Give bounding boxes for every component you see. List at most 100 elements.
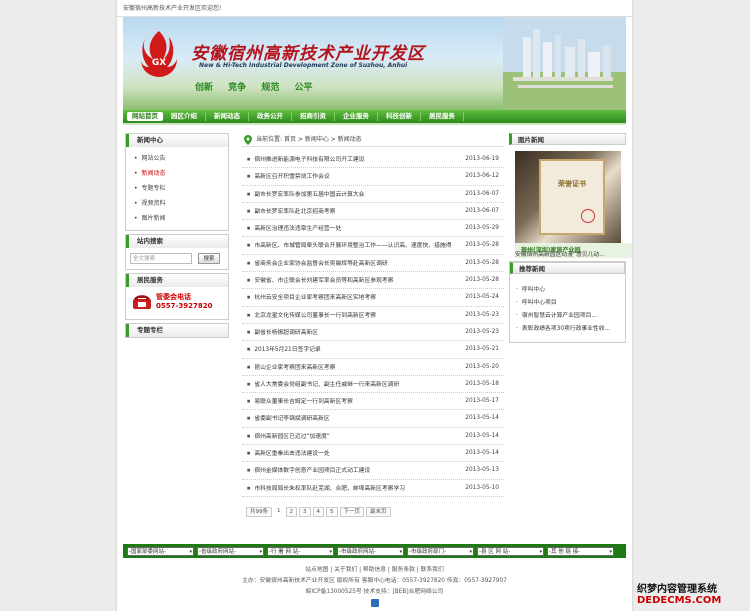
nav-item-gov-affairs[interactable]: 政务公开 — [249, 112, 292, 121]
recommend-news-box: 推荐新闻 呼叫中心 呼叫中心项目 宿州智慧云计算产业园项目... 表彰政绩各项3… — [509, 261, 626, 343]
nav-item-enterprise[interactable]: 企业服务 — [335, 112, 378, 121]
link-select-county[interactable]: -县 区 网 站- — [477, 546, 544, 556]
news-row: 省人大常委会党组副书记、副主任戚继一行来高新区调研 2013-05-18 — [242, 376, 504, 394]
news-row: 市科技局局长朱权率队赴芜湖、合肥、蚌埠高新区考察学习 2013-05-10 — [242, 480, 504, 497]
news-title-link[interactable]: 2013年5月21日签字记录 — [247, 341, 452, 357]
footer: 站点地图 | 关于我们 | 帮助信息 | 服务条款 | 联系我们 主办：安徽宿州… — [123, 565, 626, 609]
pager-last[interactable]: 最末页 — [366, 506, 391, 517]
news-title-link[interactable]: 省委副书记李锦斌调研高新区 — [247, 410, 452, 426]
link-select-municipal-depts[interactable]: -市级政府部门- — [407, 546, 474, 556]
news-date: 2013-06-07 — [465, 207, 499, 214]
zone-title-cn: 安徽宿州高新技术产业开发区 — [191, 44, 425, 64]
news-row: 高新区治理违法违章生产经营一处 2013-05-29 — [242, 220, 504, 238]
news-title-link[interactable]: 安徽省、市企联会长刘建军率会员等和高新区参观考察 — [247, 272, 452, 288]
photo-news-image[interactable]: 荣誉证书 — [515, 151, 621, 243]
nav-item-innovation[interactable]: 科技创新 — [378, 112, 421, 121]
recommend-item[interactable]: 宿州智慧云计算产业园项目... — [516, 310, 621, 323]
news-row: 省商务会企业家协会监督会长吴晨辉等赴高新区调研 2013-05-28 — [242, 255, 504, 273]
news-title-link[interactable]: 市高新区、市城管局牵头联合开展环境整治工作——认识高、速度快、措施得力 — [247, 237, 452, 253]
link-select-provincial[interactable]: -省级政府网站- — [197, 546, 264, 556]
news-date: 2013-05-20 — [465, 363, 499, 370]
slogan-word: 公平 — [294, 83, 313, 93]
pager-total: 共99条 — [246, 506, 272, 517]
sidebar-item-news[interactable]: 新闻动态 — [134, 166, 222, 181]
link-select-municipal[interactable]: -市级政府网站- — [337, 546, 404, 556]
news-title-link[interactable]: 易联众董事长吉姆定一行到高新区考察 — [247, 393, 452, 409]
special-column-box: 专题专栏 — [125, 323, 229, 338]
news-title-link[interactable]: 宿州金媒体数字创意产业园项目正式动工建设 — [247, 462, 452, 478]
news-title-link[interactable]: 高新区重拳出击违法建设一处 — [247, 445, 452, 461]
news-title-link[interactable]: 省商务会企业家协会监督会长吴晨辉等赴高新区调研 — [247, 255, 452, 271]
location-pin-icon — [244, 135, 252, 145]
sidebar-item-announcement[interactable]: 网站公告 — [134, 151, 222, 166]
footer-links[interactable]: 站点地图 | 关于我们 | 帮助信息 | 服务条款 | 联系我们 — [123, 565, 626, 576]
left-sidebar: 新闻中心 网站公告 新闻动态 专题专栏 视频资料 图片新闻 站内搜索 全文搜索 … — [125, 133, 229, 341]
breadcrumb-news-center[interactable]: 新闻中心 — [305, 136, 329, 143]
news-row: 高新区重拳出击违法建设一处 2013-05-14 — [242, 445, 504, 463]
city-aerial-image — [503, 17, 626, 110]
link-select-other[interactable]: -其 他 链 接- — [547, 546, 614, 556]
news-row: 2013年5月21日签字记录 2013-05-21 — [242, 341, 504, 359]
right-sidebar: 图片新闻 荣誉证书 安徽宿州高新园区动漫“慧贝儿动... 推荐新闻 呼叫中心 呼… — [509, 133, 626, 343]
news-title-link[interactable]: 副市长罗宏率队参加第五届中国云计算大会 — [247, 186, 452, 202]
sidebar-item-photo[interactable]: 图片新闻 — [134, 211, 222, 226]
news-date: 2013-06-19 — [465, 156, 499, 162]
watermark: 织梦内容管理系统 DEDECMS.COM — [637, 580, 750, 606]
breadcrumb-current[interactable]: 新闻动态 — [338, 136, 362, 143]
recommend-item[interactable]: 呼叫中心项目 — [516, 297, 621, 310]
recommend-item[interactable]: 呼叫中心 — [516, 284, 621, 297]
news-list: 宿州推进新能源电子科技有限公司开工建设 2013-06-19 高新区召开积雪禁烧工作… — [242, 151, 504, 497]
site-search-box: 站内搜索 全文搜索 搜索 — [125, 234, 229, 270]
news-date: 2013-05-17 — [465, 398, 499, 405]
search-input[interactable]: 全文搜索 — [130, 253, 192, 264]
police-badge-icon[interactable] — [370, 598, 379, 607]
news-row: 副市长罗宏率队赴北京招商考察 2013-06-07 — [242, 203, 504, 221]
news-title-link[interactable]: 副市长罗宏率队赴北京招商考察 — [247, 203, 452, 219]
nav-item-resident[interactable]: 居民服务 — [421, 112, 464, 121]
sidebar-item-special[interactable]: 专题专栏 — [134, 181, 222, 196]
news-center-list: 网站公告 新闻动态 专题专栏 视频资料 图片新闻 — [126, 147, 228, 230]
news-title-link[interactable]: 昆山企业家考察团来高新区考察 — [247, 359, 452, 375]
news-title-link[interactable]: 北京龙星文化传媒公司董事长一行到高新区考察 — [247, 307, 452, 323]
news-title-link[interactable]: 高新区治理违法违章生产经营一处 — [247, 220, 452, 236]
news-date: 2013-05-21 — [465, 346, 499, 353]
news-date: 2013-05-10 — [465, 484, 499, 491]
news-center-box: 新闻中心 网站公告 新闻动态 专题专栏 视频资料 图片新闻 — [125, 133, 229, 231]
photo-news-caption[interactable]: 安徽宿州高新园区动漫“慧贝儿动... — [509, 243, 626, 259]
news-date: 2013-05-28 — [465, 277, 499, 284]
sidebar-item-video[interactable]: 视频资料 — [134, 196, 222, 211]
pager-page[interactable]: 3 — [299, 506, 311, 517]
search-button[interactable]: 搜索 — [198, 253, 220, 264]
main-nav: 网站首页 园区介绍 新闻动态 政务公开 招商引资 企业服务 科技创新 居民服务 … — [123, 110, 632, 258]
certificate-text: 荣誉证书 — [558, 180, 586, 188]
news-title-link[interactable]: 副省长杨振超调研高新区 — [247, 324, 452, 340]
pager-page[interactable]: 4 — [312, 506, 324, 517]
nav-item-home[interactable]: 网站首页 — [127, 112, 163, 121]
news-date: 2013-05-14 — [465, 450, 499, 457]
recommend-item[interactable]: 表彰政绩各项30项行政事业性收... — [516, 323, 621, 336]
news-title-link[interactable]: 宿州推进新能源电子科技有限公司开工建设 — [247, 151, 452, 167]
breadcrumb-separator: > — [328, 136, 338, 143]
link-select-prefecture[interactable]: -行 署 网 站- — [267, 546, 334, 556]
pager-page[interactable]: 5 — [326, 506, 338, 517]
site-search-title: 站内搜索 — [126, 235, 228, 248]
news-title-link[interactable]: 杭州云安全项目企业家考察团来高新区实地考察 — [247, 289, 452, 305]
news-center-title: 新闻中心 — [126, 134, 228, 147]
news-title-link[interactable]: 市科技局局长朱权率队赴芜湖、合肥、蚌埠高新区考察学习 — [247, 480, 452, 496]
pager-next[interactable]: 下一页 — [339, 506, 365, 517]
news-title-link[interactable]: 高新区召开积雪禁烧工作会议 — [247, 168, 452, 184]
nav-item-investment[interactable]: 招商引资 — [292, 112, 335, 121]
nav-item-news[interactable]: 新闻动态 — [206, 112, 249, 121]
slogan-word: 竞争 — [228, 83, 247, 93]
news-title-link[interactable]: 宿州高新园区已迈过“加速度” — [247, 428, 452, 444]
news-row: 宿州高新园区已迈过“加速度” 2013-05-14 — [242, 428, 504, 446]
zone-title-en: New & Hi-Tech Industrial Development Zon… — [199, 62, 408, 69]
news-title-link[interactable]: 省人大常委会党组副书记、副主任戚继一行来高新区调研 — [247, 376, 452, 392]
link-select-ministries[interactable]: -国家部委网站- — [127, 546, 194, 556]
breadcrumb-home[interactable]: 首页 — [284, 136, 296, 143]
news-row: 高新区召开积雪禁烧工作会议 2013-06-12 — [242, 168, 504, 186]
news-row: 安徽省、市企联会长刘建军率会员等和高新区参观考察 2013-05-28 — [242, 272, 504, 290]
nav-item-intro[interactable]: 园区介绍 — [163, 112, 206, 121]
page: 安徽宿州高新技术产业开发区欢迎您! GX 安徽宿州高新技术产业开发区 New &… — [117, 0, 632, 611]
pager-page[interactable]: 2 — [285, 506, 297, 517]
